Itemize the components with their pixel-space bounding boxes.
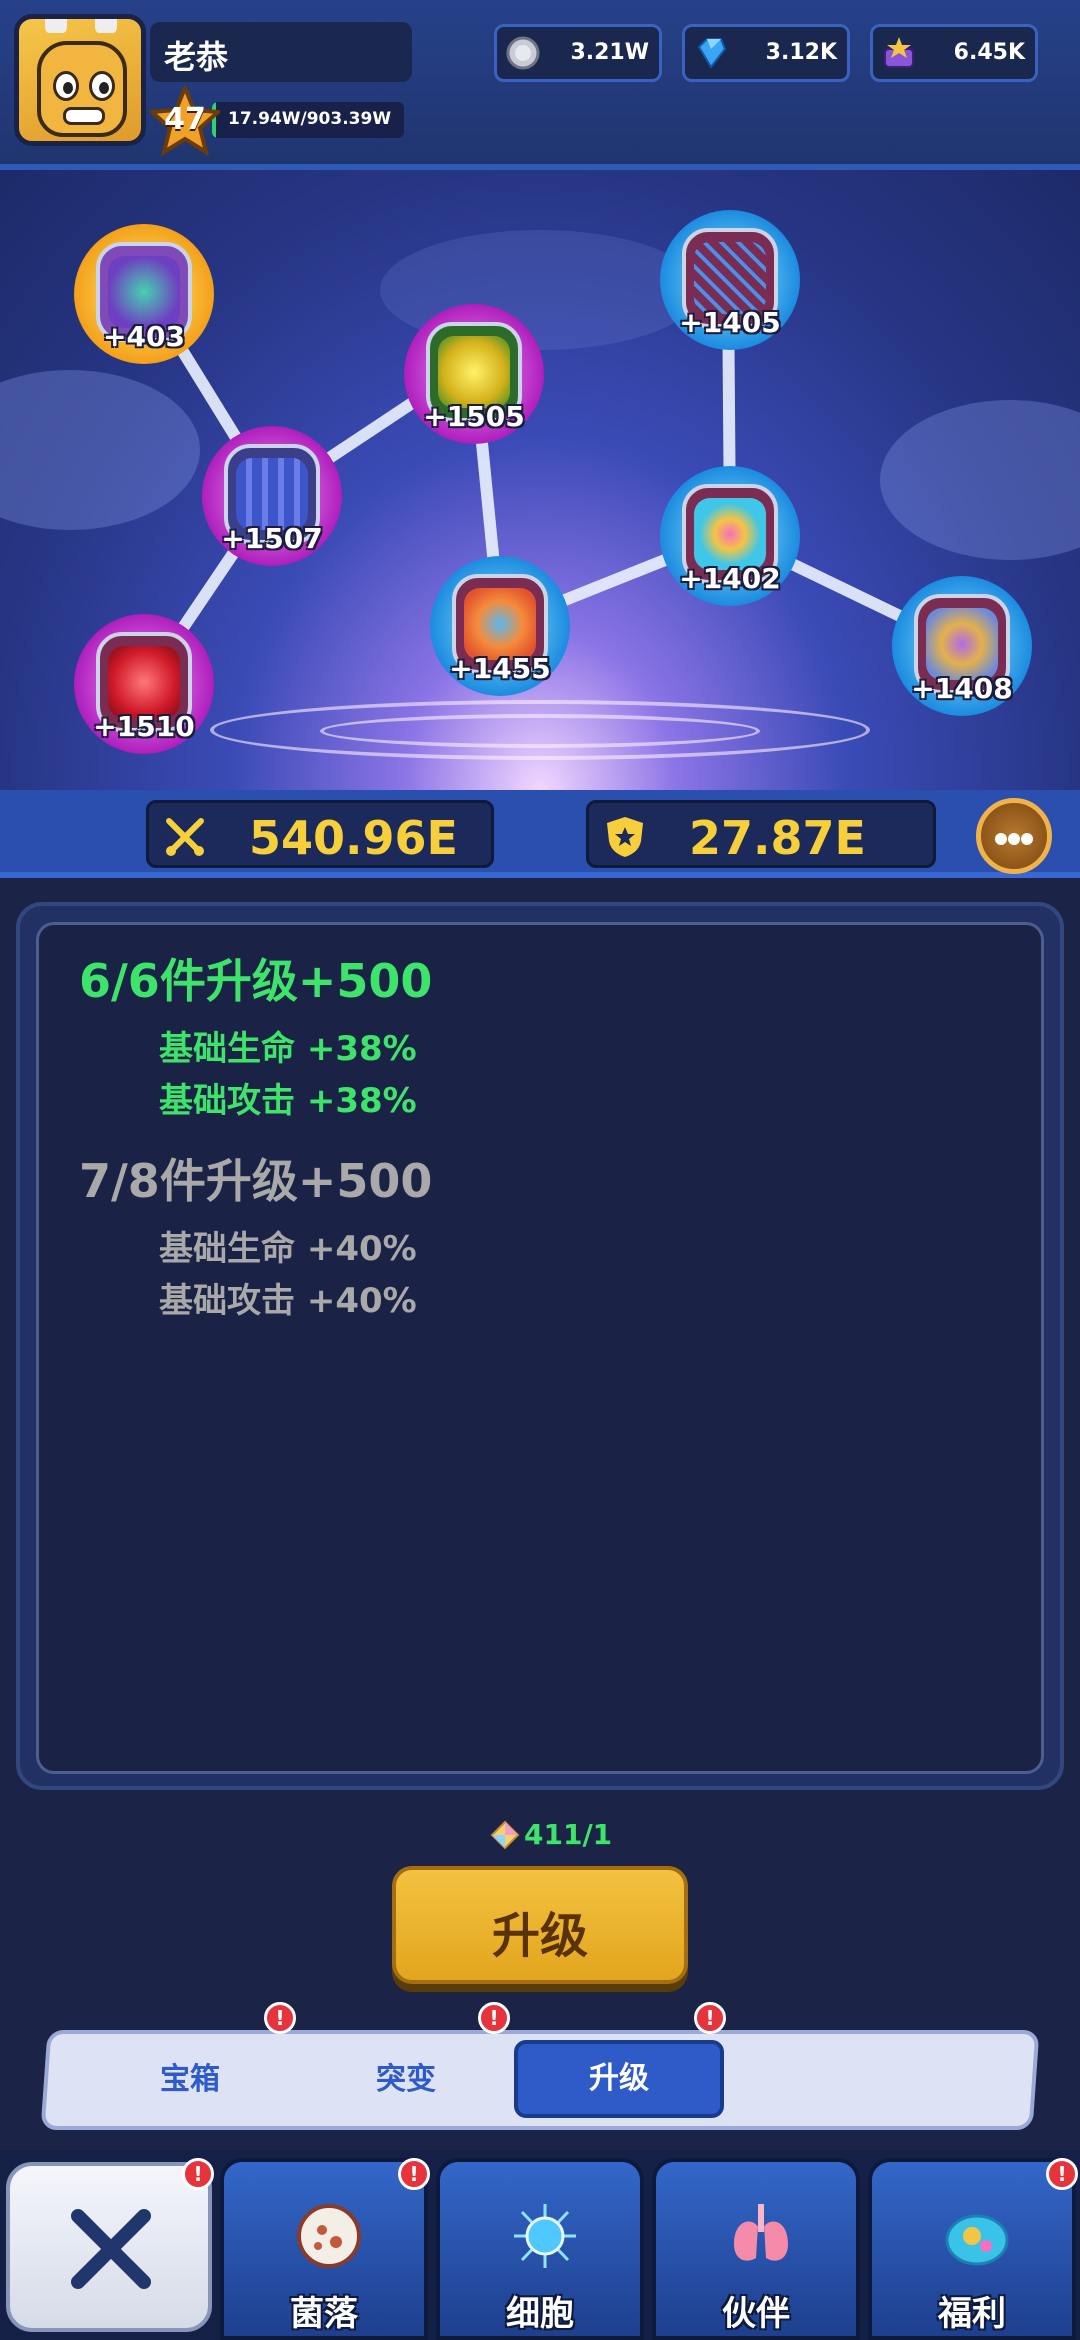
set-bonus-line: 基础攻击 +38% — [159, 1081, 417, 1121]
tab-upgrade-label: 升级 — [589, 2061, 649, 2096]
tab-upgrade-badge: ! — [694, 2002, 726, 2034]
player-level: 47 — [164, 102, 206, 137]
upgrade-cost: 411/1 — [490, 1816, 630, 1856]
blue-diamond-icon — [697, 38, 727, 69]
defense-power: 27.87E — [586, 800, 936, 868]
node-plant-cell[interactable]: +1402 — [660, 466, 800, 606]
tab-chest[interactable]: 宝箱 — [110, 2050, 270, 2110]
attack-power-value: 540.96E — [249, 811, 458, 865]
tab-chest-label: 宝箱 — [160, 2062, 220, 2097]
power-strip: 540.96E 27.87E — [0, 790, 1080, 878]
nav-welfare[interactable]: 福利 — [868, 2158, 1076, 2340]
rainbow-gem-icon — [490, 1820, 520, 1850]
plant-cell-icon — [945, 2214, 1009, 2266]
exp-text: 17.94W/903.39W — [228, 109, 392, 129]
upgrade-button[interactable]: 升级 — [392, 1866, 688, 1984]
star-chest-icon — [884, 37, 914, 68]
node-label: +1405 — [679, 306, 781, 339]
set-bonus-line: 基础生命 +40% — [159, 1229, 417, 1269]
shield-star-icon — [607, 817, 643, 857]
tab-chest-badge: ! — [264, 2002, 296, 2034]
close-badge: ! — [182, 2158, 214, 2190]
cell-burst-icon — [514, 2204, 576, 2268]
resource-silver-value: 3.21W — [570, 40, 649, 65]
defense-power-value: 27.87E — [689, 811, 866, 865]
player-name: 老恭 — [164, 38, 229, 76]
nav-partner-label: 伙伴 — [722, 2294, 790, 2334]
set-bonus-panel: 6/6件升级+500 基础生命 +38% 基础攻击 +38% 7/8件升级+50… — [16, 902, 1064, 1790]
set-bonus-title: 7/8件升级+500 — [79, 1154, 433, 1208]
node-mitochondria[interactable]: +1510 — [74, 614, 214, 754]
nav-welfare-label: 福利 — [938, 2294, 1006, 2334]
node-orange-cell[interactable]: +1455 — [430, 556, 570, 696]
nav-partner[interactable]: 伙伴 — [652, 2158, 860, 2340]
tab-upgrade[interactable]: 升级 — [514, 2040, 724, 2118]
upgrade-cost-value: 411/1 — [524, 1818, 613, 1851]
player-name-box: 老恭 — [150, 22, 412, 82]
resource-chest-value: 6.45K — [953, 40, 1025, 65]
tab-mutation-badge: ! — [478, 2002, 510, 2034]
resource-chest[interactable]: 6.45K — [870, 24, 1038, 82]
set-bonus-line: 基础攻击 +40% — [159, 1281, 417, 1321]
node-label: +1402 — [679, 562, 781, 595]
node-label: +1505 — [423, 400, 525, 433]
nav-cell-label: 细胞 — [506, 2294, 574, 2334]
node-label: +1455 — [449, 652, 551, 685]
tab-mutation-label: 突变 — [376, 2062, 436, 2097]
nav-colony-badge: ! — [398, 2158, 430, 2190]
set-bonus-title: 6/6件升级+500 — [79, 954, 433, 1008]
set-bonus-line: 基础生命 +38% — [159, 1029, 417, 1069]
top-bar: 老恭 17.94W/903.39W 47 3.21W 3.12K 6.45K — [0, 0, 1080, 170]
resource-diamond-value: 3.12K — [765, 40, 837, 65]
node-label: +1510 — [93, 710, 195, 743]
nav-colony[interactable]: 菌落 — [220, 2158, 428, 2340]
nav-cell[interactable]: 细胞 — [436, 2158, 644, 2340]
silver-coin-icon — [506, 36, 540, 70]
nav-welfare-badge: ! — [1046, 2158, 1078, 2190]
node-cell-yellow[interactable]: +1505 — [404, 304, 544, 444]
tab-mutation[interactable]: 突变 — [326, 2050, 486, 2110]
exp-bar: 17.94W/903.39W — [212, 102, 404, 138]
attack-power: 540.96E — [146, 800, 494, 868]
node-cell-gold[interactable]: +403 — [74, 224, 214, 364]
resource-silver[interactable]: 3.21W — [494, 24, 662, 82]
node-label: +403 — [103, 320, 185, 353]
node-label: +1408 — [911, 672, 1013, 705]
node-tissue[interactable]: +1507 — [202, 426, 342, 566]
resource-diamond[interactable]: 3.12K — [682, 24, 850, 82]
close-button[interactable] — [6, 2162, 212, 2332]
nav-colony-label: 菌落 — [290, 2294, 358, 2334]
player-avatar[interactable] — [14, 14, 146, 146]
upgrade-button-label: 升级 — [491, 1908, 588, 1964]
node-label: +1507 — [221, 522, 323, 555]
colony-dish-icon — [297, 2204, 361, 2268]
level-badge: 47 — [150, 86, 220, 156]
crossed-swords-icon — [166, 818, 204, 856]
set-bonus-content: 6/6件升级+500 基础生命 +38% 基础攻击 +38% 7/8件升级+50… — [36, 922, 1044, 1774]
node-neuron-cell[interactable]: +1408 — [892, 576, 1032, 716]
cell-tree-scene: +403 +1505 +1405 +1507 +1402 +1455 +1510 — [0, 170, 1080, 790]
lungs-icon — [734, 2204, 788, 2261]
more-options-button[interactable] — [976, 798, 1052, 874]
close-icon — [71, 2209, 151, 2289]
node-dna[interactable]: +1405 — [660, 210, 800, 350]
